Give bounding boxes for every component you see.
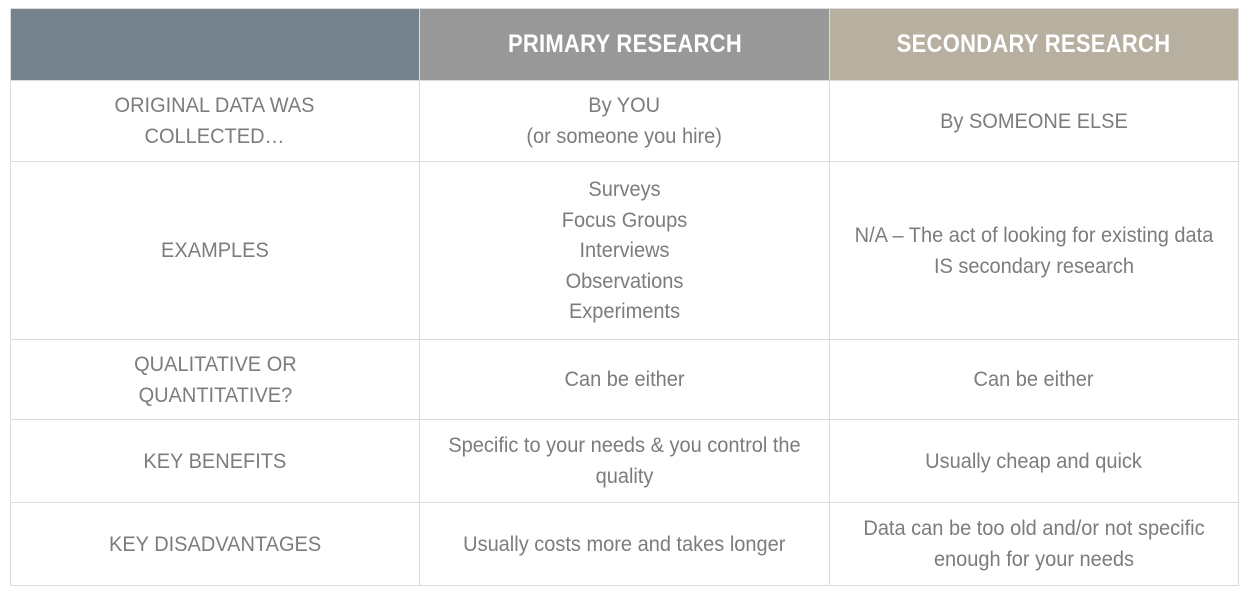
cell-secondary-key-disadvantages: Data can be too old and/or not specific … [829, 502, 1239, 586]
cell-secondary-qualitative-or-quantitative: Can be either [829, 339, 1239, 420]
row-label-original-data-collected: ORIGINAL DATA WAS COLLECTED… [10, 80, 420, 162]
table-row: EXAMPLES Surveys Focus Groups Interviews… [10, 161, 1239, 340]
cell-primary-qualitative-or-quantitative: Can be either [419, 339, 830, 420]
table-row: KEY BENEFITS Specific to your needs & yo… [10, 419, 1239, 503]
row-label-examples: EXAMPLES [10, 161, 420, 340]
header-primary-research-label: PRIMARY RESEARCH [507, 30, 742, 58]
header-cell-primary-research: PRIMARY RESEARCH [419, 8, 830, 81]
cell-text: N/A – The act of looking for existing da… [854, 222, 1214, 278]
cell-secondary-examples: N/A – The act of looking for existing da… [829, 161, 1239, 340]
cell-primary-examples: Surveys Focus Groups Interviews Observat… [419, 161, 830, 340]
cell-text: By SOMEONE ELSE [940, 108, 1128, 133]
cell-text: Data can be too old and/or not specific … [863, 516, 1205, 571]
cell-text: ORIGINAL DATA WAS COLLECTED… [114, 93, 315, 148]
cell-text: KEY BENEFITS [143, 448, 287, 473]
cell-text: Specific to your needs & you control the… [448, 433, 801, 488]
table-body: ORIGINAL DATA WAS COLLECTED… By YOU (or … [10, 80, 1239, 586]
cell-text: QUALITATIVE OR QUANTITATIVE? [133, 351, 297, 407]
table-row: QUALITATIVE OR QUANTITATIVE? Can be eith… [10, 339, 1239, 420]
cell-secondary-key-benefits: Usually cheap and quick [829, 419, 1239, 503]
table-header: PRIMARY RESEARCH SECONDARY RESEARCH [10, 8, 1239, 81]
cell-text: EXAMPLES [161, 238, 269, 263]
row-label-qualitative-or-quantitative: QUALITATIVE OR QUANTITATIVE? [10, 339, 420, 420]
header-cell-blank-corner [10, 8, 420, 81]
cell-primary-key-benefits: Specific to your needs & you control the… [419, 419, 830, 503]
cell-primary-key-disadvantages: Usually costs more and takes longer [419, 502, 830, 586]
cell-secondary-original-data-collected: By SOMEONE ELSE [829, 80, 1239, 162]
table-row: ORIGINAL DATA WAS COLLECTED… By YOU (or … [10, 80, 1239, 162]
row-label-key-benefits: KEY BENEFITS [10, 419, 420, 503]
table-row: KEY DISADVANTAGES Usually costs more and… [10, 502, 1239, 586]
cell-text: KEY DISADVANTAGES [108, 531, 322, 556]
header-cell-secondary-research: SECONDARY RESEARCH [829, 8, 1239, 81]
header-row: PRIMARY RESEARCH SECONDARY RESEARCH [10, 8, 1239, 81]
cell-text: Surveys Focus Groups Interviews Observat… [561, 177, 688, 324]
cell-text: By YOU (or someone you hire) [526, 93, 723, 148]
cell-primary-original-data-collected: By YOU (or someone you hire) [419, 80, 830, 162]
comparison-table-page: PRIMARY RESEARCH SECONDARY RESEARCH ORIG… [0, 0, 1250, 600]
cell-text: Can be either [564, 367, 685, 392]
header-secondary-research-label: SECONDARY RESEARCH [897, 30, 1171, 58]
primary-vs-secondary-research-table: PRIMARY RESEARCH SECONDARY RESEARCH ORIG… [10, 8, 1239, 586]
cell-text: Usually cheap and quick [925, 448, 1143, 473]
cell-text: Usually costs more and takes longer [463, 531, 786, 556]
row-label-key-disadvantages: KEY DISADVANTAGES [10, 502, 420, 586]
cell-text: Can be either [973, 367, 1095, 392]
